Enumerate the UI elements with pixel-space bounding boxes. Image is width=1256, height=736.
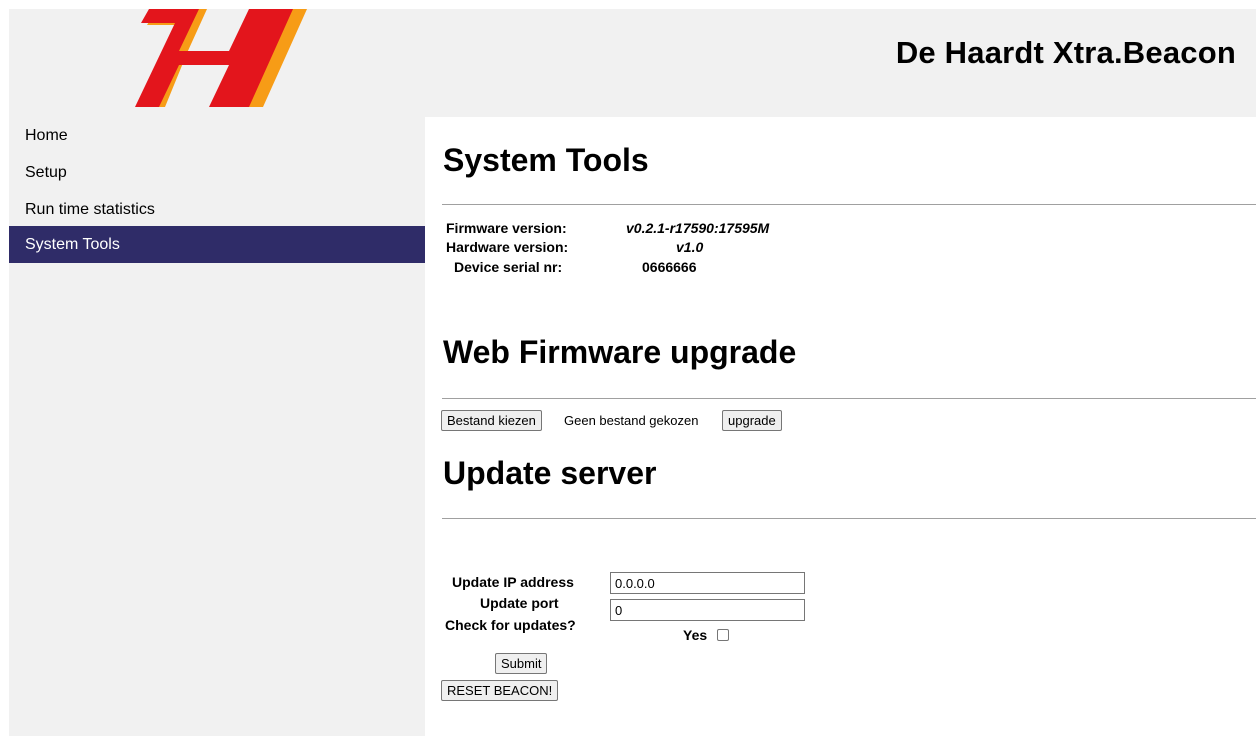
sidebar-item-home[interactable]: Home [9, 117, 425, 154]
divider [442, 518, 1256, 519]
device-serial-label: Device serial nr: [454, 259, 563, 275]
site-title: De Haardt Xtra.Beacon [895, 35, 1236, 70]
sidebar-nav: Home Setup Run time statistics System To… [9, 117, 425, 736]
device-serial-value: 0666666 [642, 259, 697, 275]
firmware-version-value: v0.2.1-r17590:17595M [626, 220, 770, 236]
check-updates-label: Check for updates? [445, 617, 576, 633]
header: De Haardt Xtra.Beacon [9, 9, 1256, 117]
system-tools-heading: System Tools [443, 142, 649, 178]
firmware-version-label: Firmware version: [446, 220, 567, 236]
web-firmware-upgrade-heading: Web Firmware upgrade [443, 334, 797, 370]
file-status-text: Geen bestand gekozen [564, 413, 699, 428]
yes-label: Yes [683, 627, 708, 643]
update-ip-input[interactable] [610, 572, 805, 594]
update-port-label: Update port [480, 595, 559, 611]
sidebar-item-setup[interactable]: Setup [9, 154, 425, 191]
update-ip-label: Update IP address [452, 574, 574, 590]
hardware-version-value: v1.0 [676, 239, 704, 255]
update-port-input[interactable] [610, 599, 805, 621]
de-haardt-logo [135, 9, 307, 107]
divider [442, 204, 1256, 205]
upgrade-button[interactable]: upgrade [722, 410, 782, 431]
main-content: System Tools Firmware version: v0.2.1-r1… [425, 117, 1256, 736]
reset-beacon-button[interactable]: RESET BEACON! [441, 680, 559, 701]
divider [442, 398, 1256, 399]
hardware-version-label: Hardware version: [446, 239, 569, 255]
choose-file-button[interactable]: Bestand kiezen [441, 410, 542, 431]
submit-button[interactable]: Submit [495, 653, 548, 674]
sidebar-item-run-time-statistics[interactable]: Run time statistics [9, 191, 425, 228]
update-server-heading: Update server [443, 455, 657, 491]
sidebar-item-system-tools[interactable]: System Tools [9, 226, 425, 263]
check-updates-checkbox[interactable] [717, 629, 729, 641]
